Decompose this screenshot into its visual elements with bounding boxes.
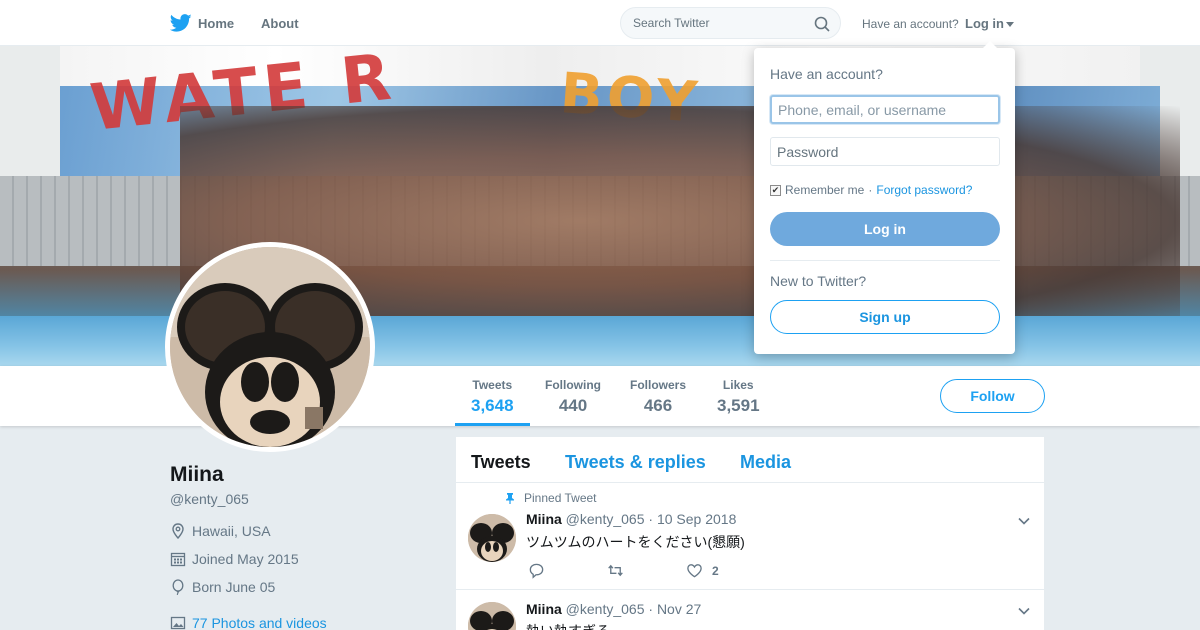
caret-down-icon bbox=[1006, 22, 1014, 28]
nav-about-link[interactable]: About bbox=[261, 16, 299, 31]
photos-videos-link[interactable]: 77 Photos and videos bbox=[170, 615, 327, 630]
stat-tweets[interactable]: Tweets 3,648 bbox=[471, 378, 514, 416]
stat-value: 466 bbox=[643, 396, 673, 415]
like-count: 2 bbox=[712, 563, 719, 578]
tab-tweets[interactable]: Tweets bbox=[471, 452, 531, 473]
stat-label: Tweets bbox=[472, 378, 513, 392]
stat-label: Following bbox=[545, 378, 601, 392]
calendar-icon bbox=[170, 552, 186, 567]
tab-media[interactable]: Media bbox=[740, 452, 791, 473]
login-dropdown: Have an account? ✔ Remember me · Forgot … bbox=[754, 41, 1015, 354]
follow-button[interactable]: Follow bbox=[940, 379, 1045, 413]
pinned-tweet-indicator: Pinned Tweet bbox=[504, 491, 597, 505]
location-pin-icon bbox=[172, 523, 184, 539]
tweet-actions: 2 bbox=[528, 562, 719, 579]
photos-videos-label: 77 Photos and videos bbox=[192, 615, 327, 630]
balloon-icon bbox=[172, 579, 184, 595]
tab-tweets-and-replies[interactable]: Tweets & replies bbox=[565, 452, 706, 473]
remember-me-row: ✔ Remember me · Forgot password? bbox=[770, 183, 972, 197]
stat-label: Likes bbox=[722, 378, 754, 392]
password-field[interactable] bbox=[770, 137, 1000, 166]
tweet-text: ツムツムのハートをください(懇願) bbox=[526, 534, 745, 550]
profile-avatar[interactable] bbox=[165, 242, 375, 452]
stat-value: 440 bbox=[558, 396, 588, 415]
nav-home-link[interactable]: Home bbox=[170, 12, 234, 34]
login-dropdown-title: Have an account? bbox=[770, 66, 883, 82]
stat-followers[interactable]: Followers 466 bbox=[630, 378, 686, 416]
active-stat-indicator bbox=[455, 423, 530, 426]
search-input[interactable] bbox=[621, 8, 801, 38]
tweet-item[interactable]: Pinned Tweet Miina @kenty_065 · 10 Sep 2… bbox=[456, 484, 1044, 590]
stat-value: 3,591 bbox=[717, 396, 760, 415]
retweet-icon[interactable] bbox=[607, 562, 624, 579]
dropdown-divider bbox=[770, 260, 1000, 261]
pinned-label: Pinned Tweet bbox=[524, 491, 597, 505]
login-button[interactable]: Log in bbox=[770, 212, 1000, 246]
profile-joined: Joined May 2015 bbox=[170, 551, 299, 567]
location-text: Hawaii, USA bbox=[192, 523, 271, 539]
tweet-author-handle[interactable]: @kenty_065 bbox=[566, 601, 645, 617]
tweet-date[interactable]: · 10 Sep 2018 bbox=[648, 511, 736, 527]
new-to-twitter-text: New to Twitter? bbox=[770, 273, 867, 289]
search-box bbox=[620, 7, 841, 39]
tweet-header: Miina @kenty_065 · Nov 27 bbox=[526, 601, 701, 617]
have-account-text: Have an account? bbox=[862, 17, 959, 31]
username-field[interactable] bbox=[770, 95, 1000, 124]
timeline-tabs: Tweets Tweets & replies Media bbox=[456, 437, 1044, 483]
profile-handle[interactable]: @kenty_065 bbox=[170, 491, 249, 507]
remember-me-checkbox[interactable]: ✔ bbox=[770, 184, 781, 196]
profile-location: Hawaii, USA bbox=[170, 523, 271, 539]
search-icon[interactable] bbox=[814, 16, 830, 32]
reply-icon[interactable] bbox=[528, 562, 545, 579]
tweet-text: 執い執すぎる bbox=[526, 621, 610, 630]
chevron-down-icon[interactable] bbox=[1016, 603, 1032, 619]
mickey-mouse-avatar-image bbox=[170, 247, 370, 447]
profile-name[interactable]: Miina bbox=[170, 463, 224, 487]
forgot-password-link[interactable]: Forgot password? bbox=[876, 183, 972, 197]
tweet-timeline: Tweets Tweets & replies Media Pinned Twe… bbox=[456, 437, 1044, 630]
remember-me-label[interactable]: Remember me bbox=[785, 183, 864, 197]
stat-following[interactable]: Following 440 bbox=[545, 378, 601, 416]
tweet-date[interactable]: · Nov 27 bbox=[648, 601, 701, 617]
signup-button[interactable]: Sign up bbox=[770, 300, 1000, 334]
nav-home-label: Home bbox=[198, 15, 235, 31]
login-toggle-label: Log in bbox=[965, 16, 1004, 31]
chevron-down-icon[interactable] bbox=[1016, 513, 1032, 529]
tweet-avatar[interactable] bbox=[468, 602, 516, 630]
stat-likes[interactable]: Likes 3,591 bbox=[717, 378, 760, 416]
top-navigation-bar: Home About Have an account? Log in bbox=[0, 0, 1200, 46]
tweet-author-name[interactable]: Miina bbox=[526, 601, 562, 617]
tweet-avatar[interactable] bbox=[468, 514, 516, 562]
separator-dot: · bbox=[868, 183, 873, 197]
tweet-author-handle[interactable]: @kenty_065 bbox=[566, 511, 645, 527]
stat-value: 3,648 bbox=[471, 396, 514, 415]
tweet-item[interactable]: Miina @kenty_065 · Nov 27 執い執すぎる bbox=[456, 590, 1044, 630]
pin-icon bbox=[506, 493, 514, 504]
tweet-header: Miina @kenty_065 · 10 Sep 2018 bbox=[526, 511, 736, 527]
photo-icon bbox=[170, 616, 186, 630]
twitter-bird-icon bbox=[170, 14, 192, 32]
birthday-text: Born June 05 bbox=[192, 579, 276, 595]
heart-icon[interactable] bbox=[686, 562, 703, 579]
profile-birthday: Born June 05 bbox=[170, 579, 275, 595]
tweet-author-name[interactable]: Miina bbox=[526, 511, 562, 527]
joined-text: Joined May 2015 bbox=[192, 551, 299, 567]
login-dropdown-toggle[interactable]: Log in bbox=[965, 16, 1014, 31]
stat-label: Followers bbox=[630, 378, 687, 392]
